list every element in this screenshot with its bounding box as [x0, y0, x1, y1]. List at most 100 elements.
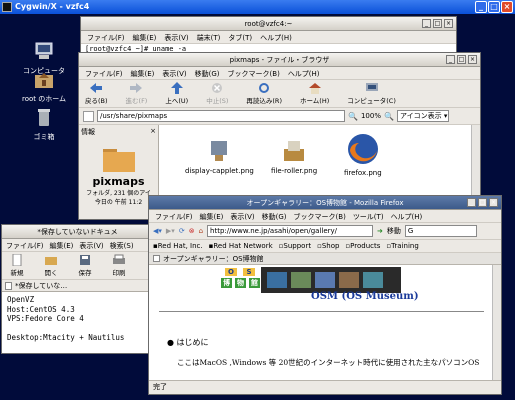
menu-terminal[interactable]: 端末(T) — [197, 33, 221, 42]
menu-edit[interactable]: 編集(E) — [200, 212, 224, 221]
text-editor-titlebar[interactable]: *保存していないドキュメ — [2, 225, 153, 239]
file-browser-titlebar[interactable]: pixmaps - ファイル・ブラウザ _ □ × — [79, 53, 480, 67]
search-input[interactable]: G — [404, 225, 477, 237]
bookmark-products[interactable]: ▫Products — [345, 242, 380, 250]
desktop-icon-home[interactable]: root のホーム — [16, 68, 72, 104]
zoom-in-icon[interactable]: 🔍 — [384, 112, 394, 121]
menu-file[interactable]: ファイル(F) — [6, 241, 44, 250]
url-input[interactable]: http://www.ne.jp/asahi/open/gallery/ — [207, 225, 374, 237]
side-pane-selector[interactable]: 情報 × — [81, 127, 156, 137]
menu-help[interactable]: ヘルプ(H) — [391, 212, 423, 221]
view-mode-select[interactable]: アイコン表示 ▾ — [396, 110, 449, 122]
new-button[interactable]: 新規 — [10, 254, 24, 277]
stop-icon[interactable]: ⊗ — [189, 227, 195, 235]
trash-icon — [38, 109, 50, 126]
menu-bookmarks[interactable]: ブックマーク(B) — [294, 212, 346, 221]
menu-edit[interactable]: 編集(E) — [131, 69, 155, 78]
menu-search[interactable]: 検索(S) — [110, 241, 134, 250]
bookmark-shop[interactable]: ▫Shop — [317, 242, 339, 250]
computer-button[interactable]: コンピュータ(C) — [347, 82, 396, 105]
zoom-out-icon[interactable]: 🔍 — [348, 112, 358, 121]
terminal-titlebar[interactable]: root@vzfc4:~ _ □ × — [81, 17, 456, 31]
close-button[interactable]: × — [489, 198, 498, 207]
web-page-content[interactable]: O S 博 物 館 OSM (OS Museum) ● はじめに ここはMacO… — [149, 265, 501, 380]
bookmark-redhat-network[interactable]: ▪Red Hat Network — [209, 242, 273, 250]
close-icon[interactable]: × — [150, 127, 156, 137]
museum-title: OSM (OS Museum) — [311, 291, 419, 302]
menu-edit[interactable]: 編集(E) — [133, 33, 157, 42]
maximize-button[interactable]: □ — [478, 198, 487, 207]
maximize-button[interactable]: □ — [457, 55, 466, 64]
status-bar: 完了 — [149, 380, 501, 393]
print-button[interactable]: 印刷 — [112, 254, 126, 277]
bookmark-redhat[interactable]: ▪Red Hat, Inc. — [153, 242, 203, 250]
navigation-toolbar: ◀▾ ▶▾ ⟳ ⊗ ⌂ http://www.ne.jp/asahi/open/… — [149, 223, 501, 240]
menu-edit[interactable]: 編集(E) — [50, 241, 74, 250]
menu-help[interactable]: ヘルプ(H) — [288, 69, 320, 78]
up-label: 上へ(U) — [165, 97, 189, 105]
page-icon — [153, 255, 160, 262]
file-item[interactable]: file-roller.png — [271, 137, 317, 175]
document-tab-label: *保存していな… — [15, 281, 68, 290]
home-folder-icon — [35, 73, 53, 88]
file-name: display-capplet.png — [185, 167, 254, 175]
home-button[interactable]: ホーム(H) — [300, 82, 329, 105]
open-button[interactable]: 開く — [44, 254, 58, 277]
text-editor-content[interactable]: OpenVZ Host:CentOS 4.3 VPS:Fedore Core 4… — [2, 292, 153, 353]
reload-icon — [259, 83, 270, 93]
reload-icon[interactable]: ⟳ — [179, 227, 185, 235]
side-pane-selector-label: 情報 — [81, 128, 95, 136]
menu-go[interactable]: 移動(G) — [262, 212, 287, 221]
menu-file[interactable]: ファイル(F) — [85, 69, 123, 78]
minimize-button[interactable]: _ — [446, 55, 455, 64]
go-icon[interactable]: ➜ — [377, 227, 383, 235]
stop-button[interactable]: 中止(S) — [206, 82, 228, 105]
document-tab[interactable]: *保存していな… — [2, 280, 153, 292]
close-button[interactable]: × — [468, 55, 477, 64]
back-button[interactable]: 戻る(B) — [85, 82, 108, 105]
up-button[interactable]: 上へ(U) — [165, 82, 188, 105]
desktop-icon-trash[interactable]: ゴミ箱 — [16, 106, 72, 142]
firefox-titlebar[interactable]: オープンギャラリー：OS博物館 - Mozilla Firefox _ □ × — [149, 196, 501, 210]
cygwin-window-titlebar[interactable]: Cygwin/X - vzfc4 _ □ × — [0, 0, 515, 14]
minimize-button[interactable]: _ — [467, 198, 476, 207]
menu-file[interactable]: ファイル(F) — [87, 33, 125, 42]
bookmark-label: Training — [391, 242, 419, 250]
bookmark-training[interactable]: ▫Training — [386, 242, 418, 250]
go-button[interactable]: 移動 — [387, 226, 401, 236]
close-button[interactable]: × — [501, 1, 513, 13]
reload-button[interactable]: 再読込み(R) — [246, 82, 282, 105]
menu-file[interactable]: ファイル(F) — [155, 212, 193, 221]
minimize-button[interactable]: _ — [475, 1, 487, 13]
menu-tabs[interactable]: タブ(T) — [228, 33, 252, 42]
menu-tools[interactable]: ツール(T) — [353, 212, 384, 221]
minimize-button[interactable]: _ — [422, 19, 431, 28]
save-button[interactable]: 保存 — [78, 254, 92, 277]
menu-view[interactable]: 表示(V) — [230, 212, 254, 221]
forward-button[interactable]: 進む(F) — [126, 82, 147, 105]
menu-bookmarks[interactable]: ブックマーク(B) — [228, 69, 280, 78]
firefox-window[interactable]: オープンギャラリー：OS博物館 - Mozilla Firefox _ □ × ファ… — [148, 195, 502, 395]
back-arrow-icon[interactable]: ◀▾ — [153, 227, 162, 235]
location-input[interactable]: /usr/share/pixmaps — [97, 110, 345, 122]
text-editor-window[interactable]: *保存していないドキュメ ファイル(F) 編集(E) 表示(V) 検索(S) 新… — [1, 224, 154, 354]
menu-help[interactable]: ヘルプ(H) — [260, 33, 292, 42]
menu-view[interactable]: 表示(V) — [79, 241, 103, 250]
text-editor-toolbar: 新規 開く 保存 印刷 — [2, 252, 153, 280]
file-item[interactable]: firefox.png — [344, 131, 382, 177]
location-toggle-icon[interactable] — [83, 110, 94, 122]
maximize-button[interactable]: □ — [433, 19, 442, 28]
text-line: Desktop:Mtacity + Nautilus — [7, 333, 125, 342]
home-icon[interactable]: ⌂ — [199, 227, 203, 235]
file-item[interactable]: display-capplet.png — [185, 137, 254, 175]
menu-go[interactable]: 移動(G) — [195, 69, 220, 78]
scrollbar[interactable] — [492, 265, 501, 380]
stop-label: 中止(S) — [206, 97, 229, 105]
maximize-button[interactable]: □ — [488, 1, 500, 13]
bookmark-support[interactable]: ▫Support — [279, 242, 311, 250]
browser-tab[interactable]: オープンギャラリー：OS博物館 — [149, 253, 501, 265]
menu-view[interactable]: 表示(V) — [164, 33, 188, 42]
close-button[interactable]: × — [444, 19, 453, 28]
menu-view[interactable]: 表示(V) — [162, 69, 186, 78]
forward-arrow-icon[interactable]: ▶▾ — [166, 227, 175, 235]
